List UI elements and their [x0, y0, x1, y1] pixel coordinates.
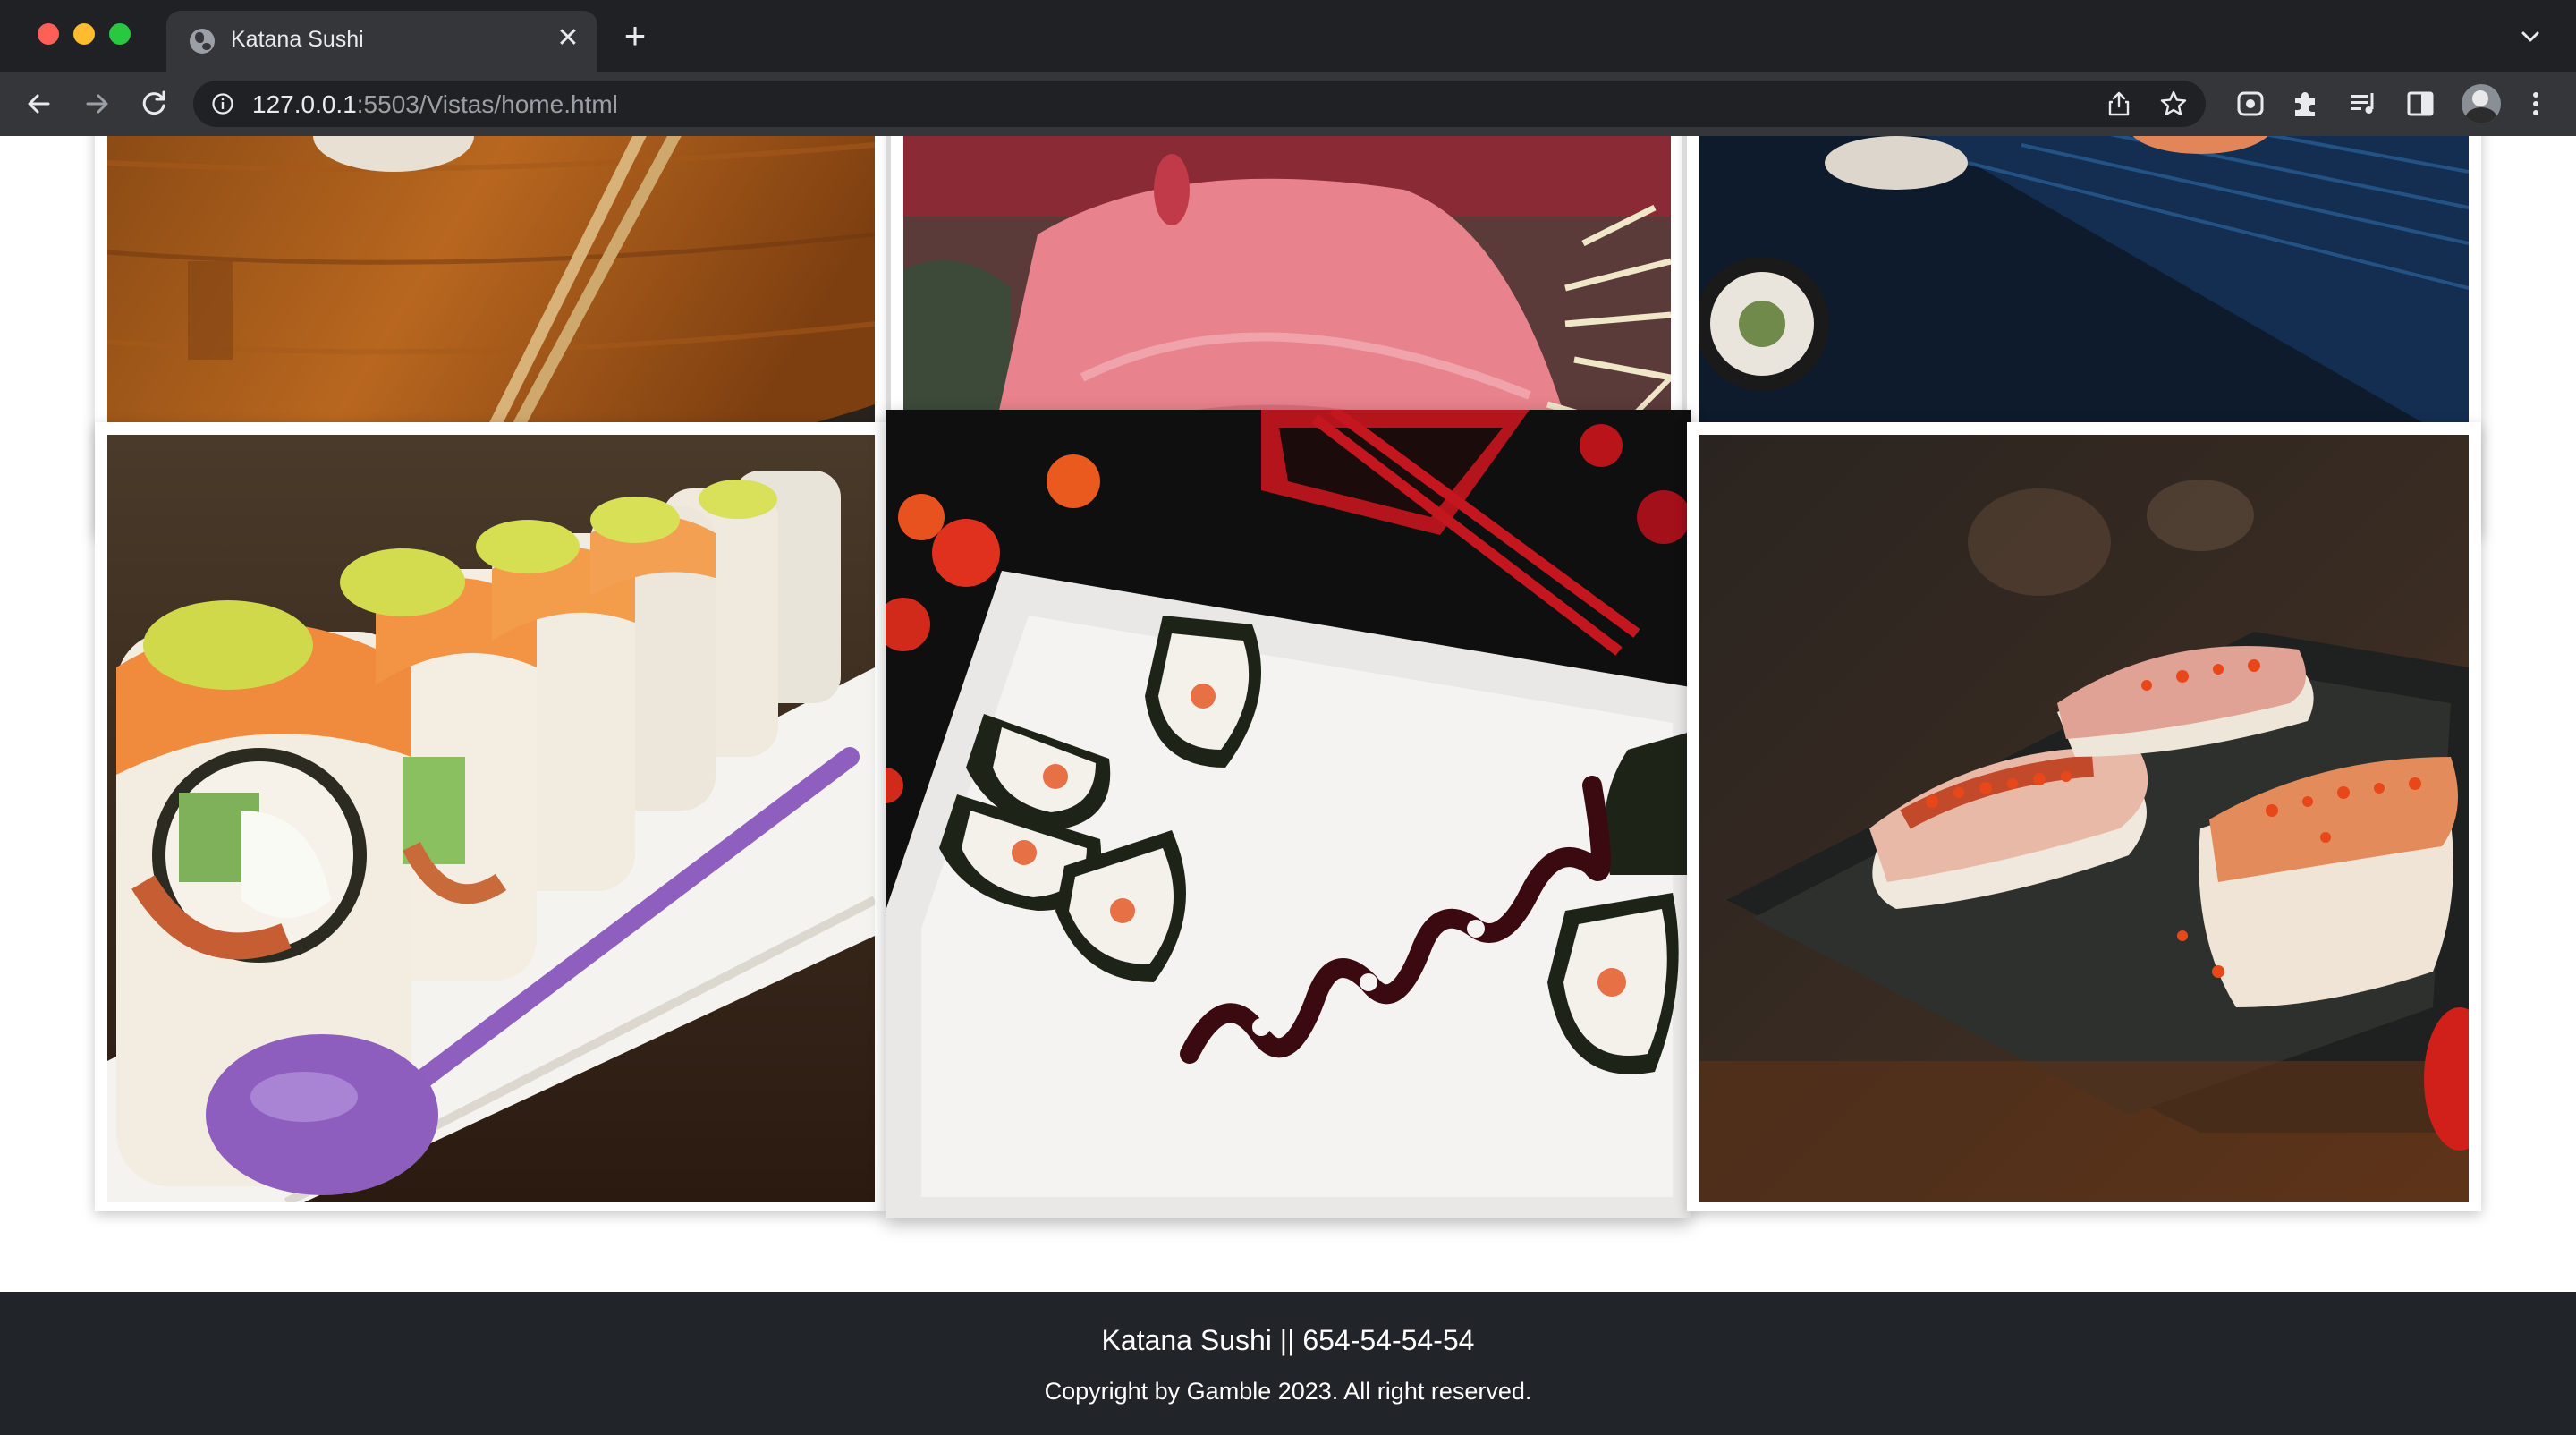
- gallery-card: [886, 410, 1690, 1218]
- close-tab-icon[interactable]: ✕: [553, 23, 583, 54]
- more-menu-icon[interactable]: [2522, 88, 2549, 120]
- bookmark-star-icon[interactable]: [2159, 89, 2188, 118]
- tab-search-chevron-icon[interactable]: [2517, 23, 2544, 50]
- tab-katana-sushi[interactable]: Katana Sushi ✕: [166, 11, 597, 72]
- url-path: :5503/Vistas/home.html: [356, 90, 618, 118]
- site-info-icon[interactable]: [211, 92, 234, 115]
- profile-avatar[interactable]: [2462, 84, 2501, 123]
- tab-strip: Katana Sushi ✕ +: [0, 0, 2576, 72]
- gallery-photo: [1699, 435, 2469, 1202]
- url-text[interactable]: 127.0.0.1:5503/Vistas/home.html: [252, 90, 618, 119]
- maximize-window-button[interactable]: [109, 23, 131, 45]
- new-tab-button[interactable]: +: [617, 17, 653, 55]
- address-bar[interactable]: 127.0.0.1:5503/Vistas/home.html: [193, 81, 2206, 127]
- back-arrow-icon[interactable]: [20, 84, 59, 123]
- page-content: Katana Sushi || 654-54-54-54 Copyright b…: [0, 136, 2576, 1435]
- footer-title: Katana Sushi || 654-54-54-54: [1101, 1324, 1475, 1356]
- browser-toolbar: 127.0.0.1:5503/Vistas/home.html: [0, 72, 2576, 136]
- footer-copyright: Copyright by Gamble 2023. All right rese…: [1044, 1378, 1532, 1405]
- tab-title: Katana Sushi: [231, 27, 364, 52]
- share-icon[interactable]: [2106, 89, 2132, 118]
- url-host: 127.0.0.1: [252, 90, 357, 118]
- site-footer: Katana Sushi || 654-54-54-54 Copyright b…: [0, 1292, 2576, 1435]
- close-window-button[interactable]: [38, 23, 59, 45]
- globe-icon: [190, 29, 215, 54]
- reload-icon[interactable]: [134, 84, 174, 123]
- gallery-photo: [886, 410, 1690, 1218]
- browser-chrome: Katana Sushi ✕ + 127.0.0.1:5503/Vistas/h…: [0, 0, 2576, 136]
- extension-camera-icon[interactable]: [2234, 88, 2267, 120]
- gallery-card: [95, 422, 886, 1211]
- gallery-photo: [107, 435, 875, 1202]
- side-panel-icon[interactable]: [2404, 88, 2436, 120]
- media-controls-icon[interactable]: [2347, 88, 2379, 120]
- gallery-card: [1687, 422, 2481, 1211]
- extensions-puzzle-icon[interactable]: [2290, 88, 2322, 120]
- forward-arrow-icon[interactable]: [77, 84, 116, 123]
- minimize-window-button[interactable]: [73, 23, 95, 45]
